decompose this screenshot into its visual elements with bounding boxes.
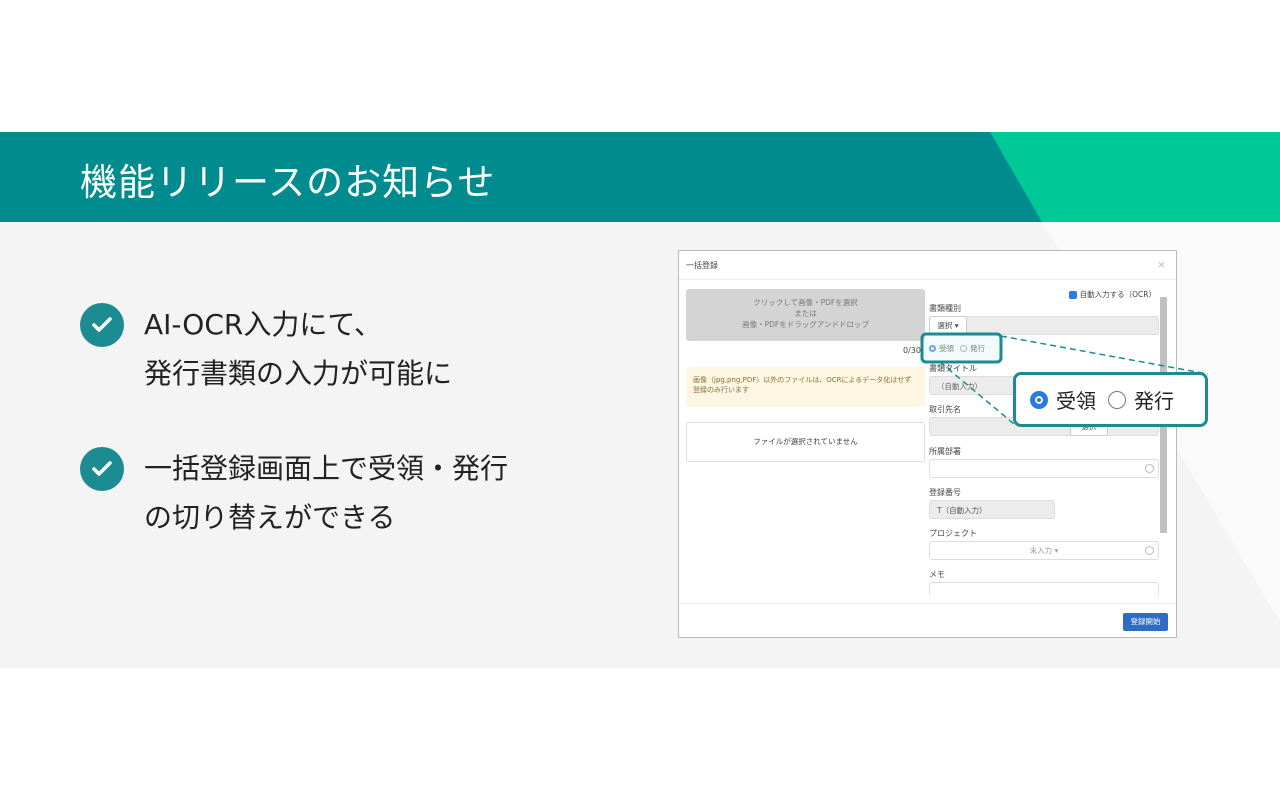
radio-unselected-icon bbox=[1108, 390, 1126, 409]
callout-label: 受領 bbox=[1056, 389, 1096, 413]
radio-callout-zoom: 受領 発行 bbox=[1013, 372, 1208, 427]
callout-label: 発行 bbox=[1134, 389, 1174, 413]
radio-selected-icon bbox=[1030, 390, 1048, 409]
